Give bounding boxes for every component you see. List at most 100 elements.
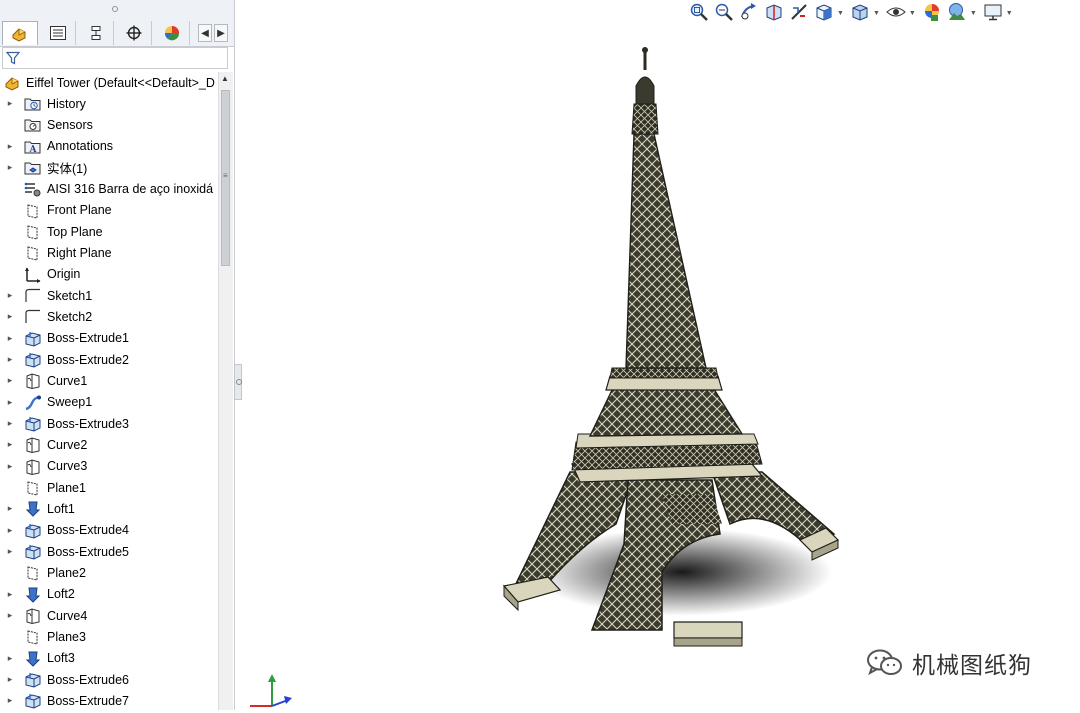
sketch-icon	[24, 309, 42, 325]
tree-item[interactable]: ▸ Loft3	[0, 648, 218, 669]
panel-grip[interactable]	[0, 0, 234, 20]
tree-item[interactable]: ▸ Loft2	[0, 584, 218, 605]
expand-arrow-icon[interactable]: ▸	[6, 461, 14, 472]
expand-arrow-icon[interactable]: ▸	[6, 141, 14, 152]
expand-arrow-icon[interactable]: ▸	[6, 354, 14, 365]
previous-view-button[interactable]	[738, 2, 760, 24]
tree-item[interactable]: ▸ Curve4	[0, 605, 218, 626]
edit-appearance-button[interactable]	[921, 2, 943, 24]
tree-item[interactable]: Front Plane	[0, 200, 218, 221]
graphics-area[interactable]	[242, 24, 1080, 710]
expand-arrow-icon[interactable]: ▸	[6, 333, 14, 344]
expand-arrow-icon[interactable]: ▸	[6, 439, 14, 450]
dynamic-annotation-button[interactable]	[788, 2, 810, 24]
tree-item[interactable]: ▸ Boss-Extrude7	[0, 690, 218, 710]
tab-scroll-left-icon[interactable]: ◀	[198, 24, 212, 42]
expand-arrow-icon[interactable]: ▸	[6, 610, 14, 621]
property-manager-tab[interactable]	[40, 21, 76, 45]
tree-scrollbar[interactable]: ▲ ≡	[218, 72, 233, 710]
extrude-icon	[24, 544, 42, 560]
tree-item[interactable]: ▸ Boss-Extrude6	[0, 669, 218, 690]
view-settings-button[interactable]	[982, 2, 1004, 24]
hide-show-items-button[interactable]	[885, 2, 907, 24]
dropdown-arrow-icon[interactable]: ▼	[970, 10, 977, 17]
tree-item[interactable]: ▸ History	[0, 93, 218, 114]
expand-arrow-icon[interactable]: ▸	[6, 653, 14, 664]
tree-item[interactable]: ▸ 实体(1)	[0, 157, 218, 178]
expand-arrow-icon[interactable]: ▸	[6, 397, 14, 408]
expand-arrow-icon[interactable]: ▸	[6, 98, 14, 109]
tree-item[interactable]: ▸ Sweep1	[0, 392, 218, 413]
display-style-button[interactable]	[849, 2, 871, 24]
tree-item[interactable]: ▸ A Annotations	[0, 136, 218, 157]
grip-dot-icon	[112, 6, 118, 12]
expand-arrow-icon[interactable]: ▸	[6, 695, 14, 706]
expand-arrow-icon[interactable]: ▸	[6, 162, 14, 173]
root-label: Eiffel Tower (Default<<Default>_D	[26, 75, 215, 90]
sensors-folder-icon	[24, 117, 42, 133]
tree-item[interactable]: Plane2	[0, 562, 218, 583]
tree-item[interactable]: ▸ Curve1	[0, 370, 218, 391]
tree-filter[interactable]	[2, 47, 228, 69]
tree-item-label: Sweep1	[47, 395, 93, 410]
section-view-button[interactable]	[763, 2, 785, 24]
tree-item-label: 实体(1)	[47, 162, 88, 177]
expand-arrow-icon[interactable]: ▸	[6, 418, 14, 429]
expand-arrow-icon[interactable]: ▸	[6, 290, 14, 301]
dropdown-arrow-icon[interactable]: ▼	[909, 10, 916, 17]
tree-item[interactable]: Plane1	[0, 477, 218, 498]
curve-icon	[24, 608, 42, 624]
expand-arrow-icon[interactable]: ▸	[6, 503, 14, 514]
tree-root[interactable]: Eiffel Tower (Default<<Default>_D	[0, 72, 234, 93]
tree-item[interactable]: Top Plane	[0, 221, 218, 242]
tree-item[interactable]: ▸ Boss-Extrude1	[0, 328, 218, 349]
svg-text:A: A	[29, 145, 38, 155]
expand-arrow-icon[interactable]: ▸	[6, 375, 14, 386]
tree-item[interactable]: ▸ Curve3	[0, 456, 218, 477]
zoom-to-area-button[interactable]	[713, 2, 735, 24]
tree-item[interactable]: Right Plane	[0, 242, 218, 263]
dropdown-arrow-icon[interactable]: ▼	[837, 10, 844, 17]
dimxpert-manager-tab[interactable]	[116, 21, 152, 45]
tree-item[interactable]: ▸ Boss-Extrude2	[0, 349, 218, 370]
expand-arrow-icon[interactable]: ▸	[6, 311, 14, 322]
feature-manager-tab[interactable]	[2, 21, 38, 45]
tree-item[interactable]: Plane3	[0, 626, 218, 647]
tree-item[interactable]: Origin	[0, 264, 218, 285]
expand-arrow-icon[interactable]: ▸	[6, 589, 14, 600]
scroll-thumb[interactable]: ≡	[221, 90, 230, 266]
display-manager-tab[interactable]	[154, 21, 190, 45]
zoom-to-fit-button[interactable]	[688, 2, 710, 24]
tab-scroll-right-icon[interactable]: ▶	[214, 24, 228, 42]
tree-item-label: Curve2	[47, 437, 88, 452]
configuration-manager-tab[interactable]	[78, 21, 114, 45]
tree-item-label: Loft1	[47, 501, 75, 516]
scroll-up-icon[interactable]: ▲	[221, 74, 229, 83]
material-icon	[24, 181, 42, 197]
tree-item[interactable]: ▸ Sketch2	[0, 306, 218, 327]
display-style-icon	[850, 2, 870, 25]
sweep-icon	[24, 395, 42, 411]
expand-arrow-icon[interactable]: ▸	[6, 525, 14, 536]
tree-item-label: Plane3	[47, 629, 86, 644]
dropdown-arrow-icon[interactable]: ▼	[873, 10, 880, 17]
tree-item[interactable]: ▸ Curve2	[0, 434, 218, 455]
curve-icon	[24, 459, 42, 475]
tree-item[interactable]: AISI 316 Barra de aço inoxidá	[0, 178, 218, 199]
tree-item[interactable]: ▸ Boss-Extrude5	[0, 541, 218, 562]
panel-splitter[interactable]	[234, 364, 242, 400]
zoom-fit-icon	[689, 2, 709, 25]
curve-icon	[24, 437, 42, 454]
tree-item[interactable]: ▸ Loft1	[0, 498, 218, 519]
tree-item-label: Boss-Extrude3	[47, 416, 129, 431]
tree-item[interactable]: ▸ Sketch1	[0, 285, 218, 306]
tree-item[interactable]: ▸ Boss-Extrude3	[0, 413, 218, 434]
dropdown-arrow-icon[interactable]: ▼	[1006, 10, 1013, 17]
tree-item[interactable]: ▸ Boss-Extrude4	[0, 520, 218, 541]
expand-arrow-icon[interactable]: ▸	[6, 674, 14, 685]
expand-arrow-icon[interactable]: ▸	[6, 546, 14, 557]
view-orientation-button[interactable]	[813, 2, 835, 24]
tree-item-label: Loft3	[47, 651, 75, 666]
apply-scene-button[interactable]	[946, 2, 968, 24]
tree-item[interactable]: Sensors	[0, 114, 218, 135]
